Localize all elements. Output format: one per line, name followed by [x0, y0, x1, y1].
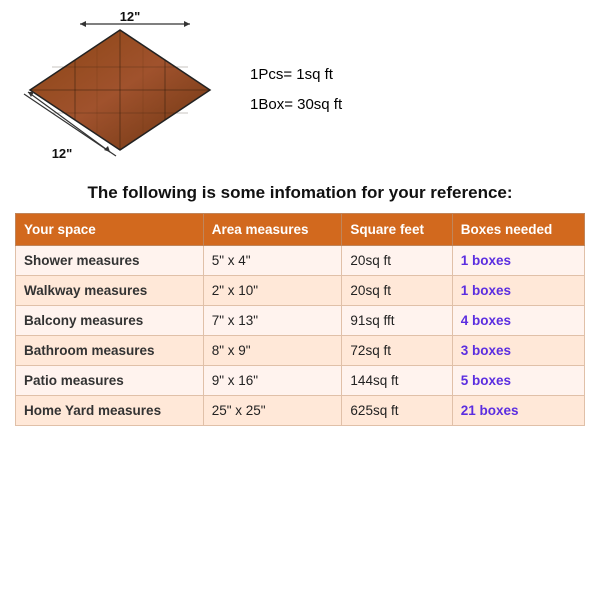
- headline: The following is some infomation for you…: [0, 175, 600, 213]
- cell-space: Bathroom measures: [16, 336, 204, 366]
- table-row: Home Yard measures25" x 25"625sq ft21 bo…: [16, 396, 585, 426]
- cell-sqft: 72sq ft: [342, 336, 452, 366]
- tile-image: 12" 12": [20, 10, 220, 170]
- table-row: Balcony measures7" x 13"91sq fft4 boxes: [16, 306, 585, 336]
- cell-area: 5" x 4": [203, 246, 342, 276]
- table-row: Patio measures9" x 16"144sq ft5 boxes: [16, 366, 585, 396]
- table-wrap: Your space Area measures Square feet Box…: [0, 213, 600, 426]
- product-info: 1Pcs= 1sq ft 1Box= 30sq ft: [250, 60, 342, 120]
- col-header-boxes: Boxes needed: [452, 214, 584, 246]
- cell-boxes: 1 boxes: [452, 246, 584, 276]
- cell-boxes: 3 boxes: [452, 336, 584, 366]
- cell-space: Balcony measures: [16, 306, 204, 336]
- cell-boxes: 1 boxes: [452, 276, 584, 306]
- cell-sqft: 91sq fft: [342, 306, 452, 336]
- cell-boxes: 21 boxes: [452, 396, 584, 426]
- col-header-area: Area measures: [203, 214, 342, 246]
- reference-table: Your space Area measures Square feet Box…: [15, 213, 585, 426]
- cell-area: 25" x 25": [203, 396, 342, 426]
- info-line1: 1Pcs= 1sq ft: [250, 60, 342, 90]
- cell-space: Home Yard measures: [16, 396, 204, 426]
- table-row: Bathroom measures8" x 9"72sq ft3 boxes: [16, 336, 585, 366]
- cell-area: 2" x 10": [203, 276, 342, 306]
- cell-space: Shower measures: [16, 246, 204, 276]
- cell-sqft: 20sq ft: [342, 246, 452, 276]
- cell-sqft: 625sq ft: [342, 396, 452, 426]
- info-line2: 1Box= 30sq ft: [250, 90, 342, 120]
- cell-area: 9" x 16": [203, 366, 342, 396]
- table-row: Walkway measures2" x 10"20sq ft1 boxes: [16, 276, 585, 306]
- cell-sqft: 144sq ft: [342, 366, 452, 396]
- svg-text:12": 12": [52, 146, 73, 161]
- top-section: 12" 12" 1Pcs= 1sq ft 1Box= 30sq ft: [0, 0, 600, 175]
- table-row: Shower measures5" x 4"20sq ft1 boxes: [16, 246, 585, 276]
- cell-boxes: 4 boxes: [452, 306, 584, 336]
- cell-space: Walkway measures: [16, 276, 204, 306]
- col-header-sqft: Square feet: [342, 214, 452, 246]
- svg-text:12": 12": [120, 10, 141, 24]
- col-header-space: Your space: [16, 214, 204, 246]
- cell-boxes: 5 boxes: [452, 366, 584, 396]
- cell-area: 8" x 9": [203, 336, 342, 366]
- cell-sqft: 20sq ft: [342, 276, 452, 306]
- cell-area: 7" x 13": [203, 306, 342, 336]
- cell-space: Patio measures: [16, 366, 204, 396]
